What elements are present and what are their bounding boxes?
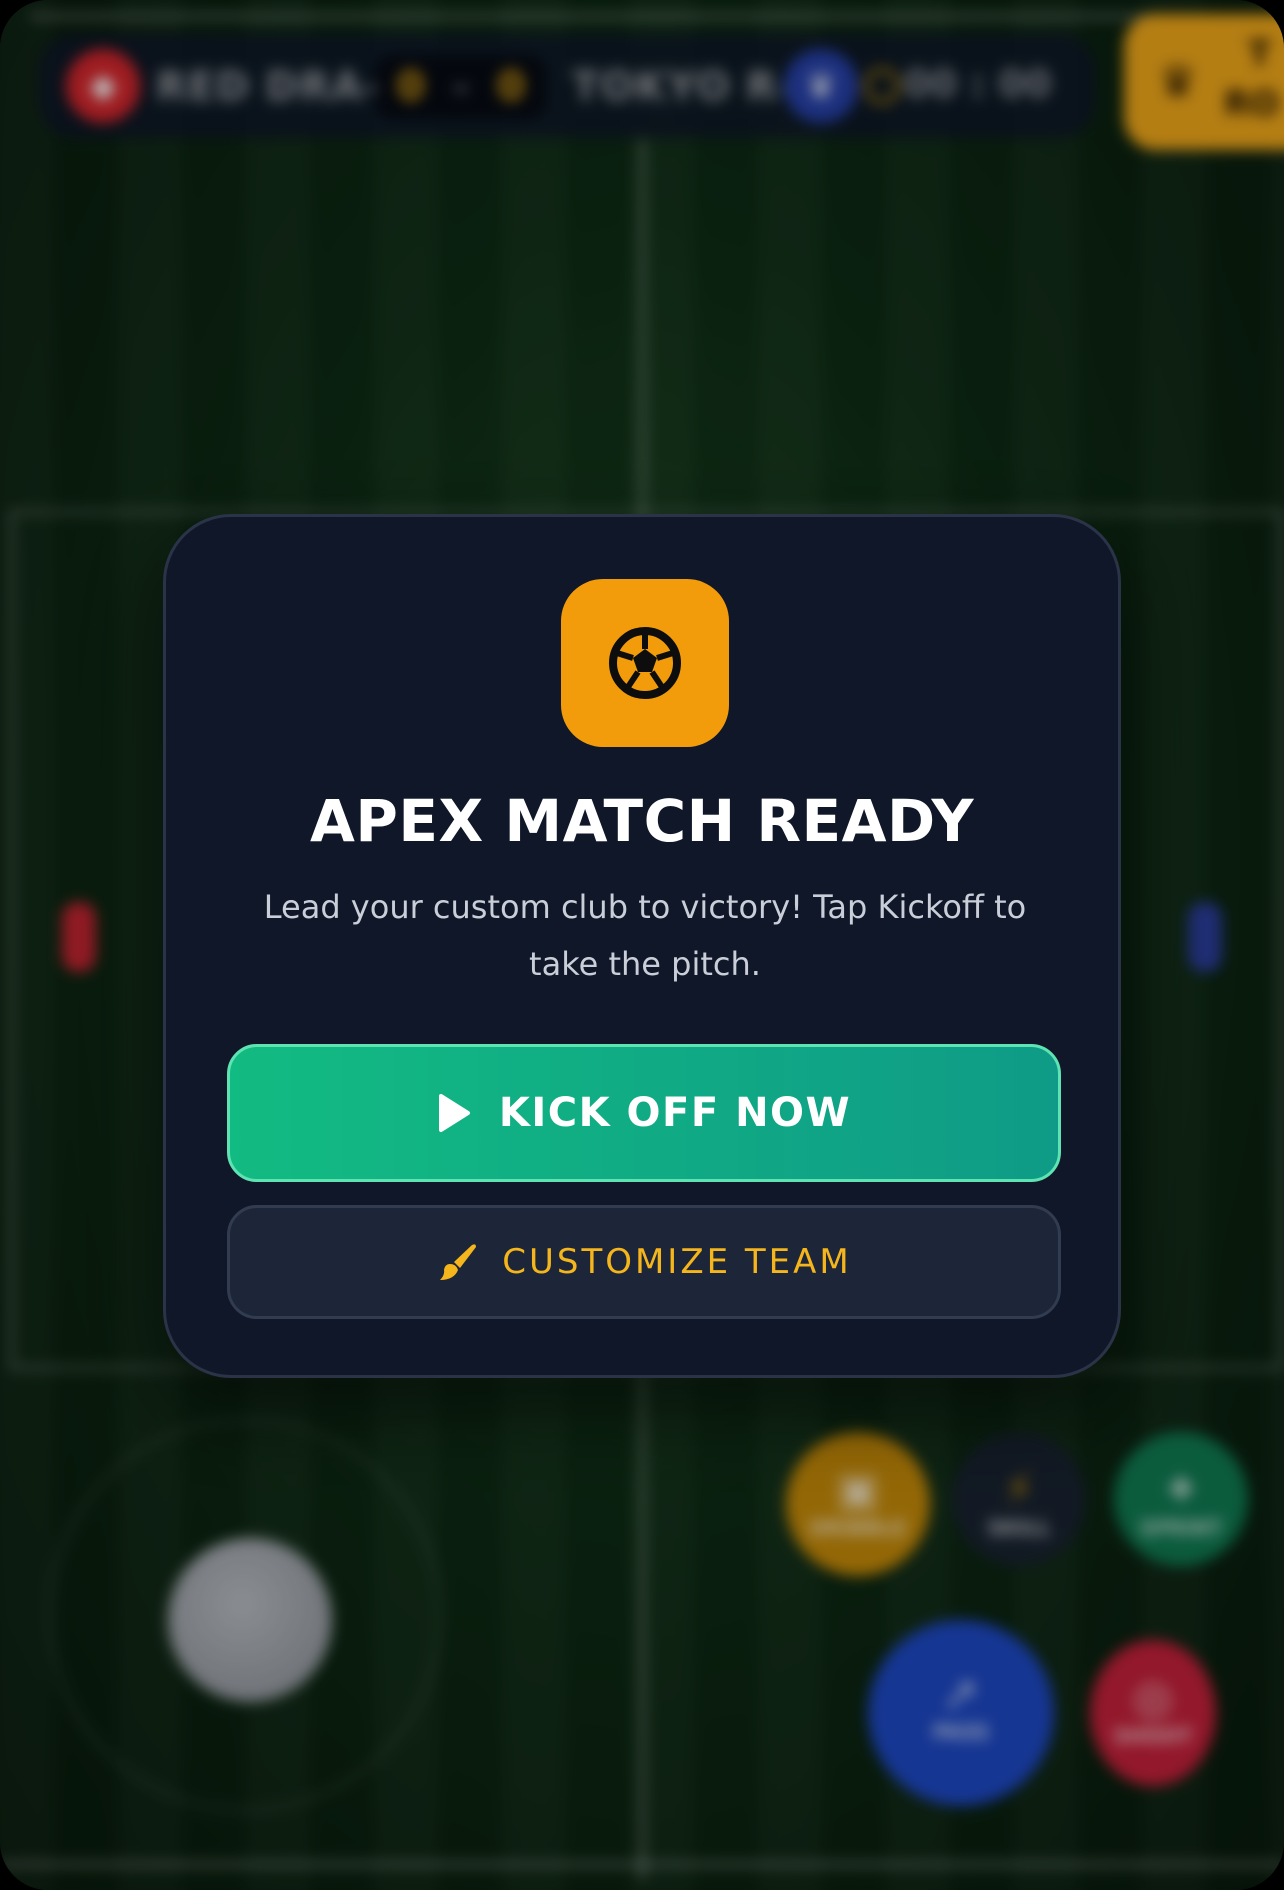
match-ready-dialog: APEX MATCH READY Lead your custom club t… — [163, 514, 1121, 1378]
customize-team-button[interactable]: CUSTOMIZE TEAM — [227, 1205, 1061, 1319]
kick-off-button[interactable]: KICK OFF NOW — [227, 1044, 1061, 1182]
game-screen: ◆ RED DRA— 0 - 0 TOKYO R— ♛ 00 : 00 ♛ T … — [0, 0, 1284, 1890]
dialog-subtitle: Lead your custom club to victory! Tap Ki… — [263, 888, 1027, 983]
modal-icon-tile — [561, 579, 729, 747]
paintbrush-icon — [440, 1244, 477, 1280]
kick-off-label: KICK OFF NOW — [498, 1090, 852, 1136]
play-icon — [438, 1094, 470, 1132]
dialog-title: APEX MATCH READY — [310, 787, 974, 855]
customize-team-button-content: CUSTOMIZE TEAM — [230, 1208, 1058, 1316]
kick-off-button-content: KICK OFF NOW — [230, 1047, 1058, 1179]
soccer-ball-icon — [609, 627, 681, 699]
customize-team-label: CUSTOMIZE TEAM — [502, 1242, 852, 1282]
